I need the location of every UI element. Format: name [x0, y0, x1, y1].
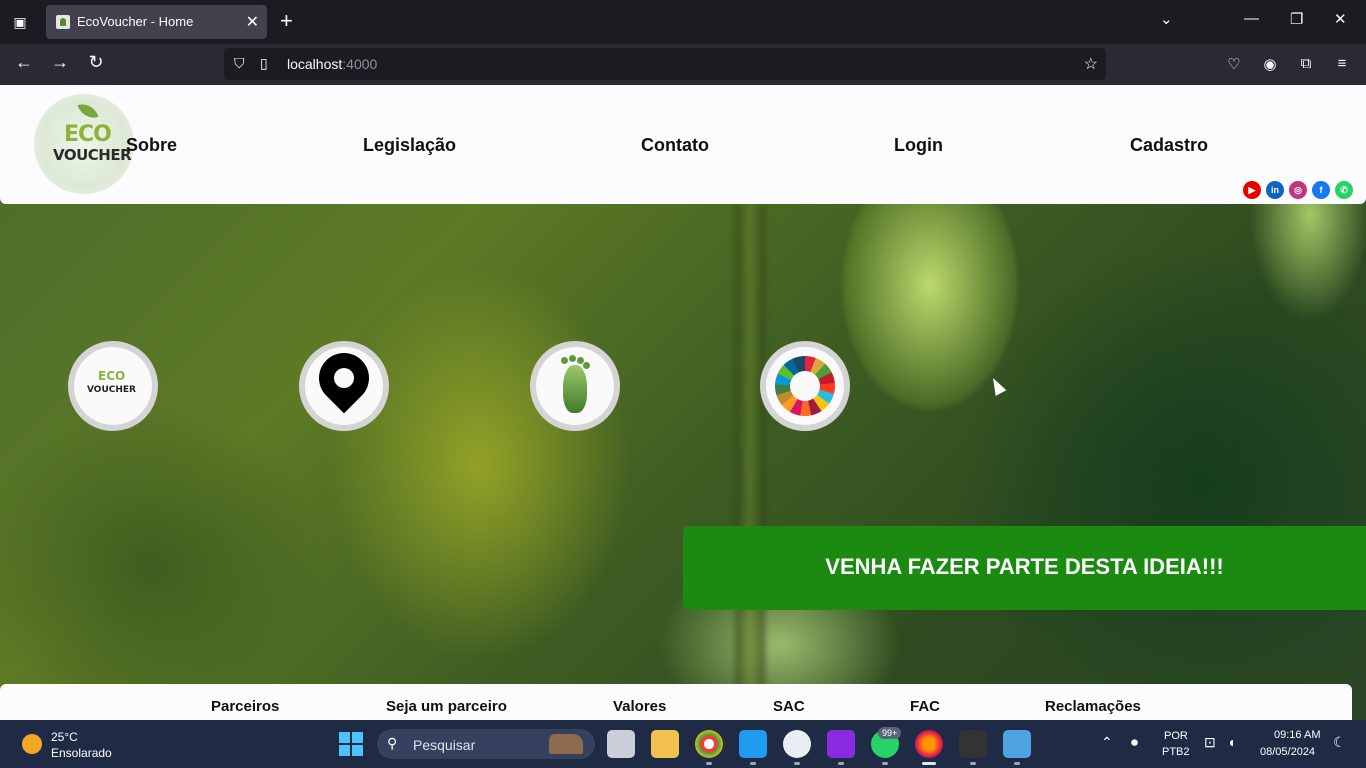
footer-reclamacoes[interactable]: Reclamações: [1045, 698, 1141, 715]
footer-parceiros[interactable]: Parceiros: [211, 698, 279, 715]
heart-app-icon[interactable]: [827, 730, 855, 758]
bookmark-star-icon[interactable]: ☆: [1084, 54, 1098, 74]
page-viewport: ECO VOUCHER Sobre Legislação Contato Log…: [0, 85, 1366, 720]
browser-nav-bar: ← → ↻ ⛉ ▯ localhost:4000 ☆ ♡ ◉ ⧉ ≡: [0, 44, 1366, 85]
nav-contato[interactable]: Contato: [641, 135, 709, 156]
tab-ecovoucher[interactable]: EcoVoucher - Home ✕: [46, 5, 267, 39]
site-header: ECO VOUCHER Sobre Legislação Contato Log…: [0, 85, 1366, 204]
file-explorer-icon[interactable]: [651, 730, 679, 758]
task-view-icon[interactable]: [607, 730, 635, 758]
tab-list-icon[interactable]: ▣: [8, 10, 32, 34]
close-window-button[interactable]: ✕: [1334, 10, 1347, 28]
weather-desc[interactable]: Ensolarado: [51, 746, 112, 760]
extensions-icon[interactable]: ⧉: [1296, 55, 1316, 72]
mouse-cursor: [987, 375, 1007, 396]
nav-login[interactable]: Login: [894, 135, 943, 156]
postman-icon[interactable]: [783, 730, 811, 758]
taskbar: 25°C Ensolarado ⚲ Pesquisar 99+ ⌃ ⏺ POR …: [0, 720, 1366, 768]
pocket-icon[interactable]: ♡: [1224, 55, 1244, 73]
facebook-icon[interactable]: f: [1312, 181, 1330, 199]
whatsapp-badge: 99+: [878, 727, 902, 739]
green-footprint-icon[interactable]: [530, 341, 620, 431]
favicon-icon: [56, 15, 70, 29]
notepad-icon[interactable]: [1003, 730, 1031, 758]
volume-icon[interactable]: ◖: [1227, 734, 1235, 750]
menu-icon[interactable]: ≡: [1332, 55, 1352, 72]
vscode-icon[interactable]: [739, 730, 767, 758]
footer-fac[interactable]: FAC: [910, 698, 940, 715]
new-tab-button[interactable]: +: [280, 9, 293, 33]
windows-start-icon[interactable]: [339, 732, 363, 756]
list-all-tabs-icon[interactable]: ⌄: [1160, 10, 1173, 28]
account-icon[interactable]: ◉: [1260, 55, 1280, 73]
tab-title: EcoVoucher - Home: [77, 14, 194, 29]
shield-icon[interactable]: ⛉: [234, 55, 245, 72]
taskbar-search[interactable]: ⚲ Pesquisar: [377, 729, 595, 759]
footer-sac[interactable]: SAC: [773, 698, 805, 715]
sdg-wheel-icon[interactable]: [760, 341, 850, 431]
minimize-button[interactable]: —: [1244, 10, 1259, 27]
footer-valores[interactable]: Valores: [613, 698, 666, 715]
linkedin-icon[interactable]: in: [1266, 181, 1284, 199]
microphone-icon[interactable]: ⏺: [1131, 734, 1138, 751]
back-icon[interactable]: ←: [12, 52, 36, 73]
close-tab-icon[interactable]: ✕: [246, 12, 259, 32]
youtube-icon[interactable]: ▶: [1243, 181, 1261, 199]
footer-bar: Parceiros Seja um parceiro Valores SAC F…: [0, 684, 1352, 720]
cta-banner[interactable]: VENHA FAZER PARTE DESTA IDEIA!!!: [683, 526, 1366, 610]
url-text[interactable]: localhost:4000: [287, 56, 377, 72]
address-bar[interactable]: ⛉ ▯ localhost:4000 ☆: [224, 48, 1106, 80]
reload-icon[interactable]: ↻: [84, 52, 108, 73]
chrome-icon[interactable]: [695, 730, 723, 758]
ecovoucher-logo-icon[interactable]: ECO VOUCHER: [68, 341, 158, 431]
instagram-icon[interactable]: ◎: [1289, 181, 1307, 199]
restore-button[interactable]: ❐: [1290, 10, 1303, 28]
search-highlight-icon: [549, 734, 583, 754]
leaf-icon: [77, 99, 99, 123]
background-stem: [735, 205, 765, 720]
clock-date[interactable]: 08/05/2024: [1260, 746, 1315, 758]
language-line2[interactable]: PTB2: [1162, 746, 1190, 758]
nav-sobre[interactable]: Sobre: [126, 135, 177, 156]
whatsapp-icon[interactable]: ✆: [1335, 181, 1353, 199]
location-pin-icon[interactable]: [299, 341, 389, 431]
language-line1[interactable]: POR: [1164, 730, 1188, 742]
forward-icon[interactable]: →: [48, 52, 72, 73]
nav-cadastro[interactable]: Cadastro: [1130, 135, 1208, 156]
firefox-icon[interactable]: [915, 730, 943, 758]
network-icon[interactable]: ⊡: [1204, 734, 1216, 751]
clock-time[interactable]: 09:16 AM: [1274, 729, 1320, 741]
nav-legislacao[interactable]: Legislação: [363, 135, 456, 156]
browser-tab-bar: ▣ EcoVoucher - Home ✕ + ⌄ — ❐ ✕: [0, 0, 1366, 44]
search-icon: ⚲: [387, 735, 398, 751]
ecovoucher-logo[interactable]: ECO VOUCHER: [34, 94, 134, 194]
footer-seja-parceiro[interactable]: Seja um parceiro: [386, 698, 507, 715]
sun-icon[interactable]: [22, 734, 42, 754]
cta-text: VENHA FAZER PARTE DESTA IDEIA!!!: [825, 554, 1224, 579]
weather-temp[interactable]: 25°C: [51, 730, 78, 744]
page-info-icon[interactable]: ▯: [260, 55, 268, 72]
moon-icon[interactable]: ☾: [1333, 734, 1346, 751]
recorder-icon[interactable]: [959, 730, 987, 758]
chevron-up-icon[interactable]: ⌃: [1101, 734, 1113, 751]
